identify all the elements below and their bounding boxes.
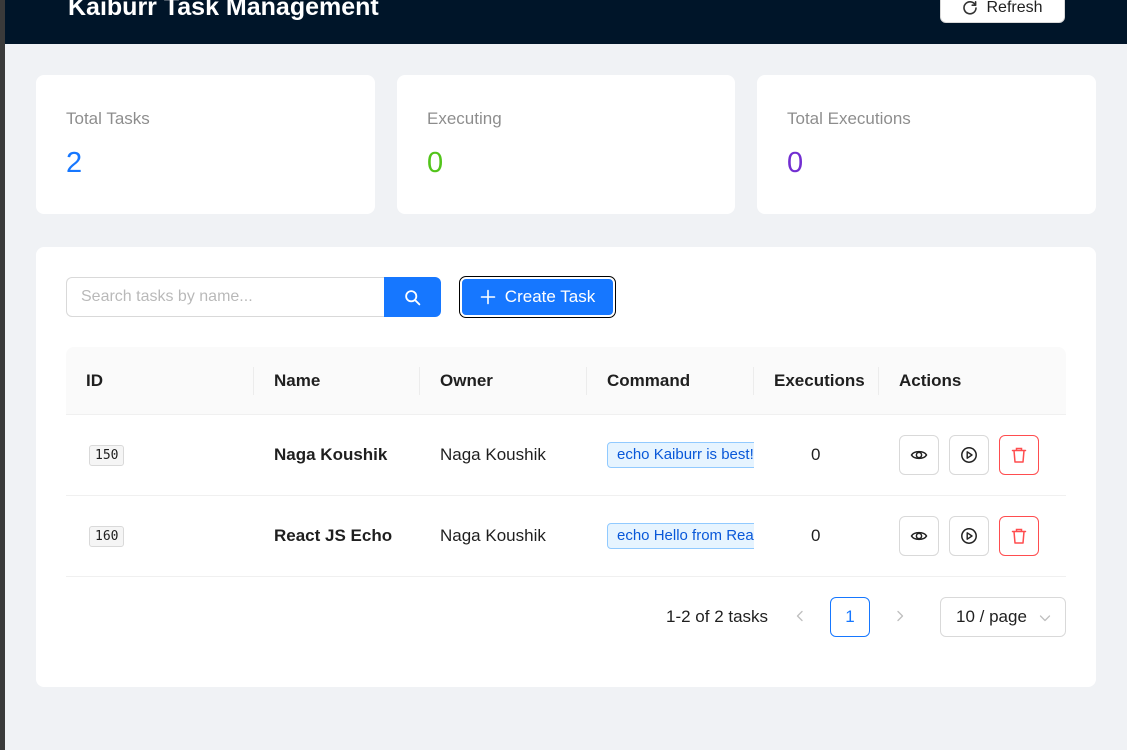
view-button[interactable] [899,435,939,475]
command-tag: echo Kaiburr is best! [607,442,754,468]
search-icon [405,289,421,305]
task-owner: Naga Koushik [440,445,546,464]
table-header: ID Name Owner Command Executions Actions [66,347,1066,415]
stat-title-total-executions: Total Executions [787,109,911,128]
app-title: Kaiburr Task Management [68,0,379,21]
eye-icon [910,450,928,460]
search-group [66,277,441,317]
command-cell: echo Hello from React [607,496,754,576]
tasks-card: Create Task ID Name Owner Command Execut… [36,247,1096,687]
delete-button[interactable] [999,516,1039,556]
stat-value-total-tasks: 2 [66,147,83,179]
stat-card-total-executions: Total Executions 0 [757,75,1096,214]
page-size-select[interactable]: 10 / page [940,597,1066,637]
task-executions: 0 [811,445,821,464]
stat-card-executing: Executing 0 [397,75,735,214]
column-divider [753,367,754,395]
page-size-value: 10 / page [956,607,1027,626]
create-task-label: Create Task [504,287,596,306]
view-button[interactable] [899,516,939,556]
column-header-actions: Actions [899,371,962,390]
command-cell: echo Kaiburr is best! [607,415,754,495]
chevron-down-icon [1039,615,1051,622]
delete-icon [1011,528,1027,544]
plus-icon [480,289,496,305]
table-row: 160 React JS Echo Naga Koushik echo Hell… [66,496,1066,577]
play-circle-icon [961,528,977,544]
delete-icon [1011,447,1027,463]
stat-card-total-tasks: Total Tasks 2 [36,75,375,214]
column-divider [253,367,254,395]
column-header-owner[interactable]: Owner [440,347,493,415]
task-executions: 0 [811,526,821,545]
column-header-command[interactable]: Command [607,347,690,415]
stat-value-total-executions: 0 [787,147,804,179]
command-tag: echo Hello from React [607,523,754,549]
id-cell: 150 [89,415,125,495]
task-name: Naga Koushik [274,445,388,464]
table-row: 150 Naga Koushik Naga Koushik echo Kaibu… [66,415,1066,496]
stat-title-executing: Executing [427,109,502,128]
search-input[interactable] [66,277,384,317]
eye-icon [910,531,928,541]
app-header: Kaiburr Task Management Refresh [5,0,1127,44]
pagination-total: 1-2 of 2 tasks [666,607,769,626]
delete-button[interactable] [999,435,1039,475]
search-button[interactable] [384,277,441,317]
column-header-name[interactable]: Name [274,347,320,415]
task-id: 150 [89,444,125,466]
column-divider [419,367,420,395]
column-header-id[interactable]: ID [86,347,103,415]
play-circle-icon [961,447,977,463]
reload-icon [963,0,978,15]
stat-value-executing: 0 [427,147,444,179]
task-owner: Naga Koushik [440,526,546,545]
column-divider [586,367,587,395]
refresh-label: Refresh [986,0,1043,16]
pagination-next-button[interactable] [885,600,915,632]
task-id: 160 [89,525,125,547]
create-task-button[interactable]: Create Task [459,276,616,318]
tasks-table: ID Name Owner Command Executions Actions… [66,347,1066,577]
column-header-executions[interactable]: Executions [774,347,865,415]
execute-button[interactable] [949,435,989,475]
refresh-button[interactable]: Refresh [940,0,1065,23]
pagination-prev-button[interactable] [785,600,815,632]
pagination-page-1[interactable]: 1 [830,597,870,637]
window-edge [0,0,5,750]
chevron-left-icon [796,610,803,622]
column-divider [878,367,879,395]
chevron-right-icon [897,610,904,622]
execute-button[interactable] [949,516,989,556]
stat-title-total-tasks: Total Tasks [66,109,150,128]
task-name: React JS Echo [274,526,393,545]
id-cell: 160 [89,496,125,576]
